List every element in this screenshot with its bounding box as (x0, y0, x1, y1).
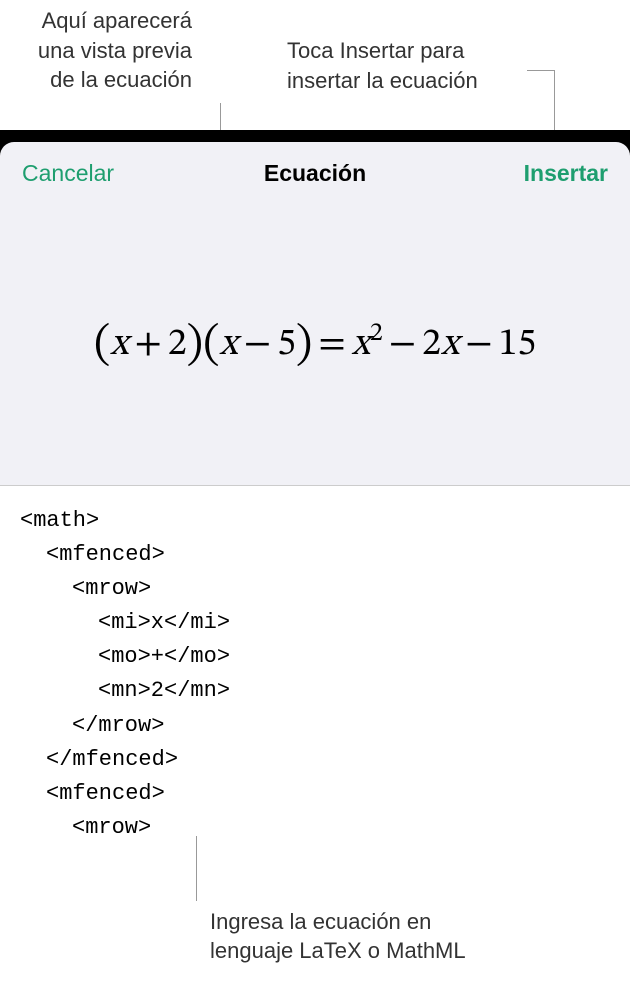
code-line: <mfenced> (20, 538, 610, 572)
code-line: </mrow> (20, 709, 610, 743)
annotation-preview: Aquí aparecerá una vista previa de la ec… (12, 6, 192, 95)
annotation-text: lenguaje LaTeX o MathML (210, 936, 466, 966)
annotation-text: de la ecuación (12, 65, 192, 95)
code-line: <math> (20, 504, 610, 538)
code-line: <mn>2</mn> (20, 674, 610, 708)
code-line: </mfenced> (20, 743, 610, 777)
code-line: <mi>x</mi> (20, 606, 610, 640)
equation-editor-modal: Cancelar Ecuación Insertar (x+2)(x−5)=x2… (0, 142, 630, 864)
equation-preview-area: (x+2)(x−5)=x2−2x−15 (0, 205, 630, 485)
annotation-insert: Toca Insertar para insertar la ecuación (287, 36, 527, 95)
code-line: <mfenced> (20, 777, 610, 811)
annotation-text: Toca Insertar para (287, 36, 527, 66)
code-line: <mo>+</mo> (20, 640, 610, 674)
equation-preview: (x+2)(x−5)=x2−2x−15 (94, 316, 536, 374)
annotation-input: Ingresa la ecuación en lenguaje LaTeX o … (210, 907, 466, 966)
callout-line (527, 70, 555, 71)
annotation-text: Ingresa la ecuación en (210, 907, 466, 937)
code-line: <mrow> (20, 572, 610, 606)
annotation-text: una vista previa (12, 36, 192, 66)
cancel-button[interactable]: Cancelar (22, 160, 114, 187)
insert-button[interactable]: Insertar (524, 160, 608, 187)
code-line: <mrow> (20, 811, 610, 845)
mathml-input-area[interactable]: <math> <mfenced> <mrow> <mi>x</mi> <mo>+… (0, 485, 630, 864)
modal-title: Ecuación (264, 160, 366, 187)
callout-line (196, 836, 197, 901)
annotation-text: insertar la ecuación (287, 66, 527, 96)
modal-header: Cancelar Ecuación Insertar (0, 142, 630, 205)
annotation-text: Aquí aparecerá (12, 6, 192, 36)
